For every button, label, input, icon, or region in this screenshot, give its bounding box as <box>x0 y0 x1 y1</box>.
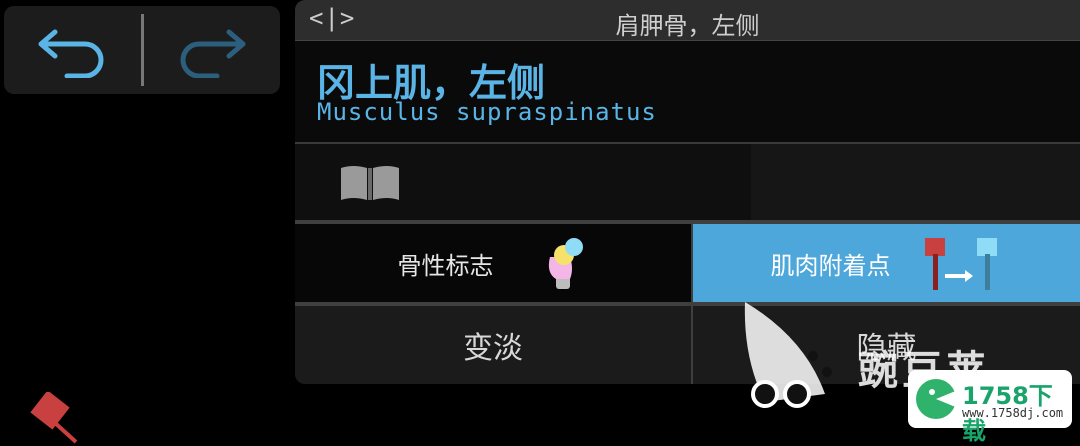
panel-titlebar: <|> 肩胛骨，左侧 <box>295 0 1080 41</box>
redo-arrow-icon <box>180 29 246 78</box>
watermark-logo-icon <box>744 302 832 408</box>
tab-bony-landmarks-label: 骨性标志 <box>397 251 494 280</box>
undo-arrow-icon <box>38 29 104 78</box>
structure-info-panel: <|> 肩胛骨，左侧 冈上肌，左侧 Musculus supraspinatus… <box>295 0 1080 384</box>
reference-row <box>295 144 1080 220</box>
muscle-name-latin: Musculus supraspinatus <box>317 98 657 126</box>
book-button[interactable] <box>295 144 750 220</box>
open-book-icon <box>341 166 399 200</box>
muscle-attachment-icon <box>924 238 997 290</box>
fade-button[interactable]: 变淡 <box>295 306 691 384</box>
tab-muscle-attachments[interactable]: 肌肉附着点 <box>693 224 1080 302</box>
empty-action-slot <box>751 144 1080 220</box>
red-pin-marker[interactable] <box>28 392 88 444</box>
watermark-site-logo-icon <box>916 379 958 419</box>
toolbar-divider <box>141 14 144 86</box>
redo-button[interactable] <box>166 20 256 80</box>
fade-button-label: 变淡 <box>463 331 523 366</box>
undo-button[interactable] <box>28 20 118 80</box>
panel-title: 肩胛骨，左侧 <box>615 12 760 40</box>
watermark-url: www.1758dj.com <box>962 406 1064 420</box>
undo-redo-toolbar <box>4 6 280 94</box>
tab-bony-landmarks[interactable]: 骨性标志 <box>295 224 692 302</box>
watermark-badge: 1758下载 www.1758dj.com <box>908 370 1072 445</box>
tab-muscle-attachments-label: 肌肉附着点 <box>770 251 891 280</box>
bone-landmark-icon <box>548 238 583 289</box>
